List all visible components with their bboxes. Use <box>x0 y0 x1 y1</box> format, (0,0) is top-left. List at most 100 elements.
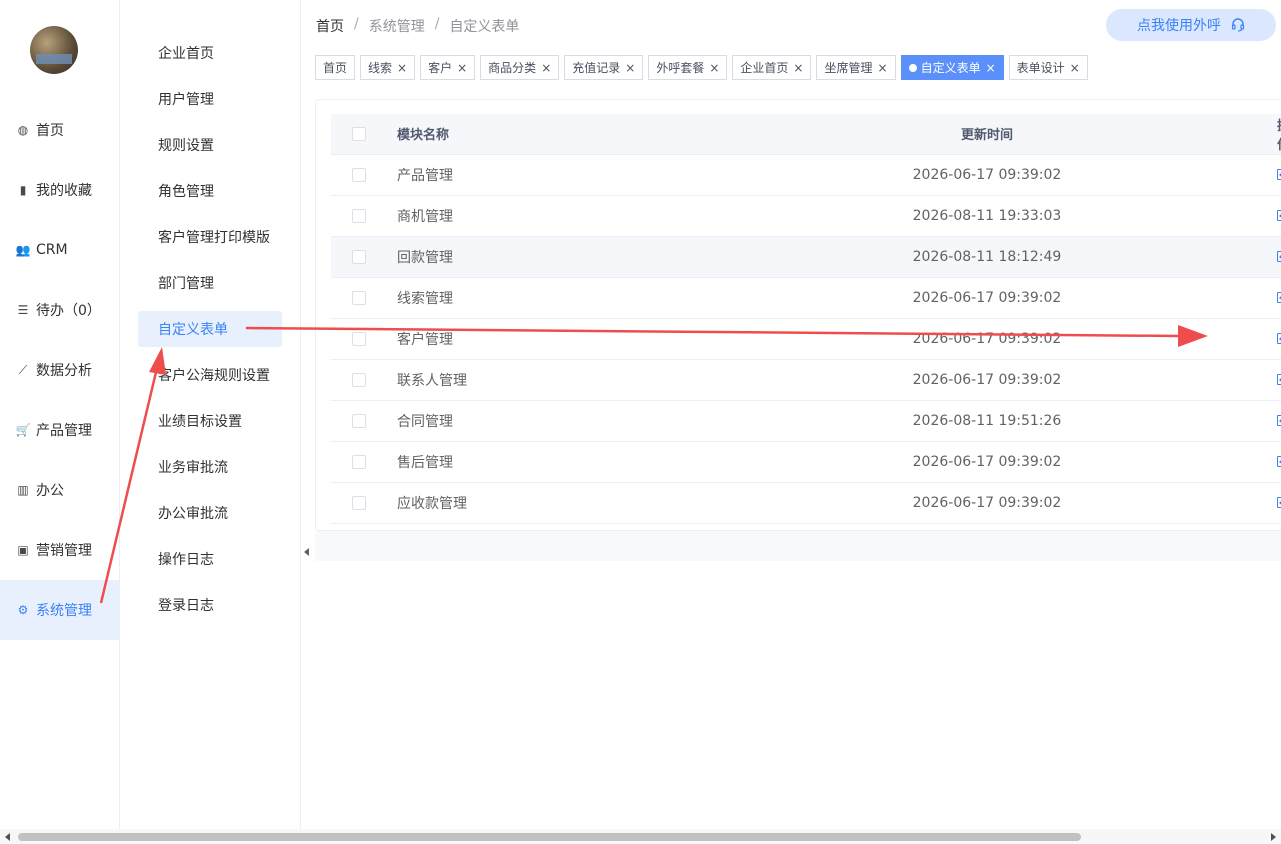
scroll-right-icon[interactable] <box>1271 833 1276 841</box>
edit-icon <box>1277 333 1281 344</box>
tab-tag[interactable]: 表单设计 × <box>1008 55 1088 80</box>
breadcrumb-home[interactable]: 首页 <box>316 16 344 36</box>
close-icon[interactable]: × <box>878 61 888 75</box>
tab-tag[interactable]: 充值记录 × <box>564 55 644 80</box>
sidebar-item[interactable]: 🛒 产品管理 <box>0 400 120 460</box>
table-row[interactable]: 售后管理2026-06-17 09:39:02修改 <box>331 441 1281 483</box>
close-icon[interactable]: × <box>457 61 467 75</box>
tab-tag[interactable]: 自定义表单 × <box>900 55 1004 80</box>
table-row[interactable]: 应收款管理2026-06-17 09:39:02修改 <box>331 482 1281 524</box>
select-all-checkbox[interactable] <box>352 126 366 141</box>
edit-button[interactable]: 修改 <box>1277 237 1281 277</box>
edit-button[interactable]: 修改 <box>1277 442 1281 482</box>
row-checkbox[interactable] <box>352 372 366 387</box>
edit-button[interactable]: 修改 <box>1277 196 1281 236</box>
primary-sidebar: ◍ 首页 ▮ 我的收藏 👥 CRM ☰ 待办（0） ⟋ 数据分析 🛒 产品管理 ▥ 办公 ▣ 营销管理 ⚙ 系统管… <box>0 0 120 829</box>
sidebar-item-label: 首页 <box>36 123 64 139</box>
sidebar-item[interactable]: ⚙ 系统管理 <box>0 580 120 640</box>
sidebar-item[interactable]: ☰ 待办（0） <box>0 280 120 340</box>
table-row[interactable]: 商机管理2026-08-11 19:33:03修改 <box>331 195 1281 237</box>
table-row[interactable]: 联系人管理2026-06-17 09:39:02修改 <box>331 359 1281 401</box>
sidebar-item[interactable]: ◍ 首页 <box>0 100 120 160</box>
close-icon[interactable]: × <box>1070 61 1080 75</box>
avatar[interactable] <box>30 26 78 74</box>
tab-tag-label: 商品分类 <box>488 61 537 75</box>
close-icon[interactable]: × <box>625 61 635 75</box>
submenu-item[interactable]: 业务审批流 <box>138 449 282 485</box>
tags-view: 首页 线索 × 客户 × 商品分类 × 充值记录 × 外呼套餐 × 企业首页 × 坐席管理 × 自定义表单 × 表… <box>315 55 1088 81</box>
tab-tag[interactable]: 线索 × <box>360 55 416 80</box>
operation-cell: 修改 <box>1277 441 1281 483</box>
close-icon[interactable]: × <box>793 61 803 75</box>
submenu-item[interactable]: 业绩目标设置 <box>138 403 282 439</box>
row-checkbox[interactable] <box>352 167 366 182</box>
breadcrumb-separator: / <box>354 16 359 32</box>
call-button[interactable]: 点我使用外呼 <box>1106 9 1276 41</box>
scrollbar-thumb[interactable] <box>18 833 1081 841</box>
module-name-cell: 产品管理 <box>397 154 697 196</box>
tab-tag[interactable]: 客户 × <box>420 55 476 80</box>
close-icon[interactable]: × <box>541 61 551 75</box>
sliders-icon: ☰ <box>17 303 29 317</box>
row-checkbox[interactable] <box>352 495 366 510</box>
submenu-item[interactable]: 客户公海规则设置 <box>138 357 282 393</box>
table-row[interactable]: 产品管理2026-06-17 09:39:02修改 <box>331 154 1281 196</box>
row-checkbox[interactable] <box>352 331 366 346</box>
submenu-item[interactable]: 规则设置 <box>138 127 282 163</box>
module-name-cell: 线索管理 <box>397 277 697 319</box>
submenu-item[interactable]: 自定义表单 <box>138 311 282 347</box>
sidebar-item[interactable]: ▥ 办公 <box>0 460 120 520</box>
horizontal-scrollbar[interactable] <box>0 829 1281 844</box>
users-icon: 👥 <box>15 243 31 257</box>
close-icon[interactable]: × <box>986 61 996 75</box>
bookmark-icon: ▮ <box>19 183 27 197</box>
image-icon: ▣ <box>17 543 29 557</box>
update-time-cell: 2026-06-17 09:39:02 <box>697 482 1277 524</box>
dashboard-icon: ◍ <box>17 123 29 137</box>
table-row[interactable]: 回款管理2026-08-11 18:12:49修改 <box>331 236 1281 278</box>
tab-tag-label: 自定义表单 <box>920 61 981 75</box>
edit-button[interactable]: 修改 <box>1277 483 1281 523</box>
edit-button[interactable]: 修改 <box>1277 401 1281 441</box>
submenu-item[interactable]: 角色管理 <box>138 173 282 209</box>
app-root: ◍ 首页 ▮ 我的收藏 👥 CRM ☰ 待办（0） ⟋ 数据分析 🛒 产品管理 ▥ 办公 ▣ 营销管理 ⚙ 系统管… <box>0 0 1281 844</box>
sidebar-item[interactable]: ▣ 营销管理 <box>0 520 120 580</box>
submenu-item[interactable]: 操作日志 <box>138 541 282 577</box>
secondary-sidebar: 企业首页用户管理规则设置角色管理客户管理打印模版 部门管理自定义表单客户公海规则设… <box>120 0 301 829</box>
edit-button[interactable]: 修改 <box>1277 278 1281 318</box>
sidebar-item[interactable]: ▮ 我的收藏 <box>0 160 120 220</box>
header-module-name[interactable]: 模块名称 <box>397 114 697 155</box>
submenu-item[interactable]: 用户管理 <box>138 81 282 117</box>
header-update-time[interactable]: 更新时间 <box>697 114 1277 155</box>
tab-tag-label: 表单设计 <box>1016 61 1065 75</box>
close-icon[interactable]: × <box>709 61 719 75</box>
tab-tag[interactable]: 首页 <box>315 55 356 80</box>
sidebar-item[interactable]: 👥 CRM <box>0 220 120 280</box>
collapse-sidebar-icon[interactable] <box>304 548 309 556</box>
sidebar-item-label: CRM <box>36 242 68 258</box>
row-checkbox[interactable] <box>352 208 366 223</box>
sidebar-item[interactable]: ⟋ 数据分析 <box>0 340 120 400</box>
submenu-item[interactable]: 企业首页 <box>138 35 282 71</box>
tab-tag[interactable]: 坐席管理 × <box>816 55 896 80</box>
row-checkbox[interactable] <box>352 290 366 305</box>
table-row[interactable]: 合同管理2026-08-11 19:51:26修改 <box>331 400 1281 442</box>
close-icon[interactable]: × <box>397 61 407 75</box>
submenu-item[interactable]: 办公审批流 <box>138 495 282 531</box>
submenu-item[interactable]: 登录日志 <box>138 587 282 623</box>
edit-button[interactable]: 修改 <box>1277 360 1281 400</box>
tab-tag[interactable]: 外呼套餐 × <box>648 55 728 80</box>
row-checkbox[interactable] <box>352 454 366 469</box>
table-row[interactable]: 客户管理2026-06-17 09:39:02修改 <box>331 318 1281 360</box>
table-row[interactable]: 线索管理2026-06-17 09:39:02修改 <box>331 277 1281 319</box>
module-name-cell: 客户管理 <box>397 318 697 360</box>
edit-button[interactable]: 修改 <box>1277 319 1281 359</box>
row-checkbox[interactable] <box>352 413 366 428</box>
tab-tag[interactable]: 企业首页 × <box>732 55 812 80</box>
edit-button[interactable]: 修改 <box>1277 155 1281 195</box>
submenu-item[interactable]: 部门管理 <box>138 265 282 301</box>
row-checkbox[interactable] <box>352 249 366 264</box>
tab-tag[interactable]: 商品分类 × <box>480 55 560 80</box>
scroll-left-icon[interactable] <box>5 833 10 841</box>
submenu-item[interactable]: 客户管理打印模版 <box>138 219 282 255</box>
